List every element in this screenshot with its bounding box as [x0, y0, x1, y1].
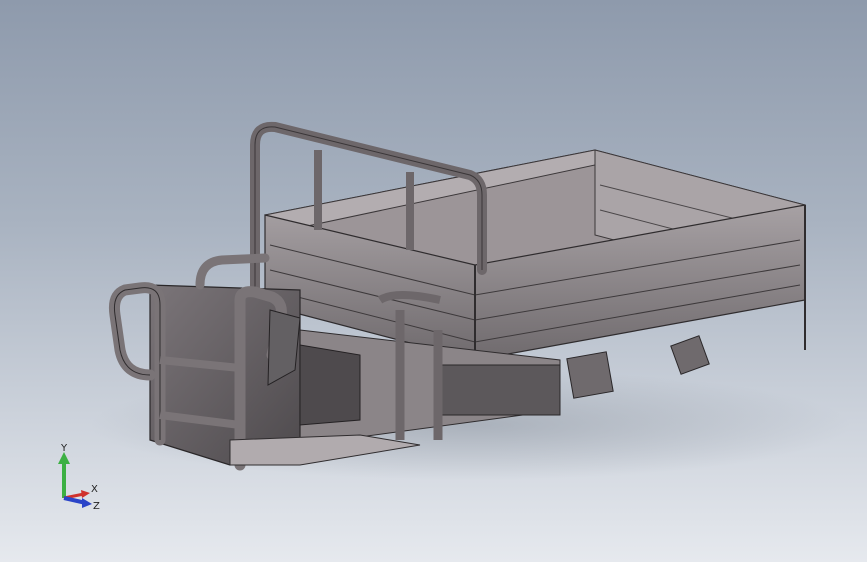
- graphics-viewport[interactable]: Y X Z: [0, 0, 867, 562]
- 3d-model-view[interactable]: [0, 0, 867, 562]
- y-axis-label: Y: [60, 443, 68, 454]
- z-axis-label: Z: [93, 501, 100, 512]
- x-axis-label: X: [91, 484, 98, 495]
- coordinate-triad: Y X Z: [58, 443, 100, 512]
- x-axis-arrow-icon: [81, 490, 90, 498]
- z-axis-arrow-icon: [82, 498, 92, 508]
